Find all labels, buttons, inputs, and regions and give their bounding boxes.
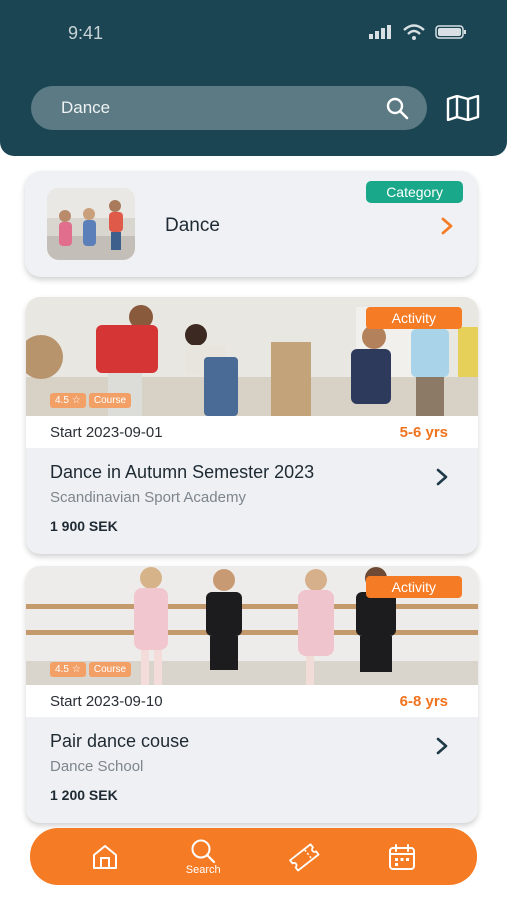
activity-badge: Activity (365, 576, 462, 598)
search-icon[interactable] (385, 96, 409, 120)
rating-badge: 4.5 ☆ (50, 662, 86, 677)
course-tag: Course (88, 662, 132, 677)
activity-card[interactable]: Activity 4.5 ☆ Course Start 2023-09-01 5… (26, 297, 478, 554)
status-time: 9:41 (68, 23, 104, 43)
calendar-icon (388, 843, 415, 870)
activity-title: Pair dance couse (50, 731, 190, 751)
activity-organizer: Dance School (50, 758, 144, 775)
chevron-right-icon[interactable] (436, 468, 448, 486)
rating-badge: 4.5 ☆ (50, 393, 86, 408)
activity-badge: Activity (365, 307, 462, 329)
app-header: 9:41 Dance (0, 0, 507, 156)
star-icon: ☆ (71, 395, 81, 406)
wifi-icon (403, 24, 425, 40)
rating-value: 4.5 (55, 664, 69, 675)
course-tag: Course (88, 393, 132, 408)
search-input[interactable]: Dance (31, 86, 427, 130)
start-date: Start 2023-09-01 (50, 423, 163, 441)
age-range: 6-8 yrs (399, 692, 448, 710)
activity-price: 1 900 SEK (50, 518, 118, 534)
battery-icon (435, 25, 466, 39)
home-icon (93, 844, 118, 869)
activity-title: Dance in Autumn Semester 2023 (50, 462, 315, 482)
category-card[interactable]: Dance Category (25, 171, 477, 277)
activity-organizer: Scandinavian Sport Academy (50, 489, 246, 506)
search-input-value: Dance (61, 98, 111, 117)
activity-body: Dance in Autumn Semester 2023 Scandinavi… (26, 448, 478, 554)
nav-home[interactable] (91, 844, 119, 870)
rating-value: 4.5 (55, 395, 69, 406)
start-row: Start 2023-09-10 6-8 yrs (26, 685, 478, 717)
start-row: Start 2023-09-01 5-6 yrs (26, 416, 478, 448)
nav-search[interactable]: Search (186, 838, 221, 876)
start-date: Start 2023-09-10 (50, 692, 163, 710)
signal-icon (369, 25, 391, 39)
activity-image: Activity 4.5 ☆ Course (26, 566, 478, 685)
activity-tags: 4.5 ☆ Course (50, 662, 132, 677)
age-range: 5-6 yrs (399, 423, 448, 441)
map-icon[interactable] (446, 95, 480, 121)
search-icon (191, 839, 216, 863)
activity-card[interactable]: Activity 4.5 ☆ Course Start 2023-09-10 6… (26, 566, 478, 823)
bottom-nav: Search (30, 828, 477, 885)
chevron-right-icon[interactable] (441, 217, 453, 235)
activity-body: Pair dance couse Dance School 1 200 SEK (26, 717, 478, 823)
nav-tickets[interactable] (287, 842, 321, 872)
nav-search-label: Search (185, 863, 221, 876)
category-badge: Category (366, 181, 463, 203)
star-icon: ☆ (71, 664, 81, 675)
nav-calendar[interactable] (388, 843, 416, 871)
activity-price: 1 200 SEK (50, 787, 118, 803)
category-title: Dance (165, 215, 220, 236)
activity-image: Activity 4.5 ☆ Course (26, 297, 478, 416)
category-thumbnail (47, 188, 135, 260)
activity-tags: 4.5 ☆ Course (50, 393, 132, 408)
ticket-icon (289, 842, 320, 871)
status-icons (369, 24, 467, 40)
chevron-right-icon[interactable] (436, 737, 448, 755)
